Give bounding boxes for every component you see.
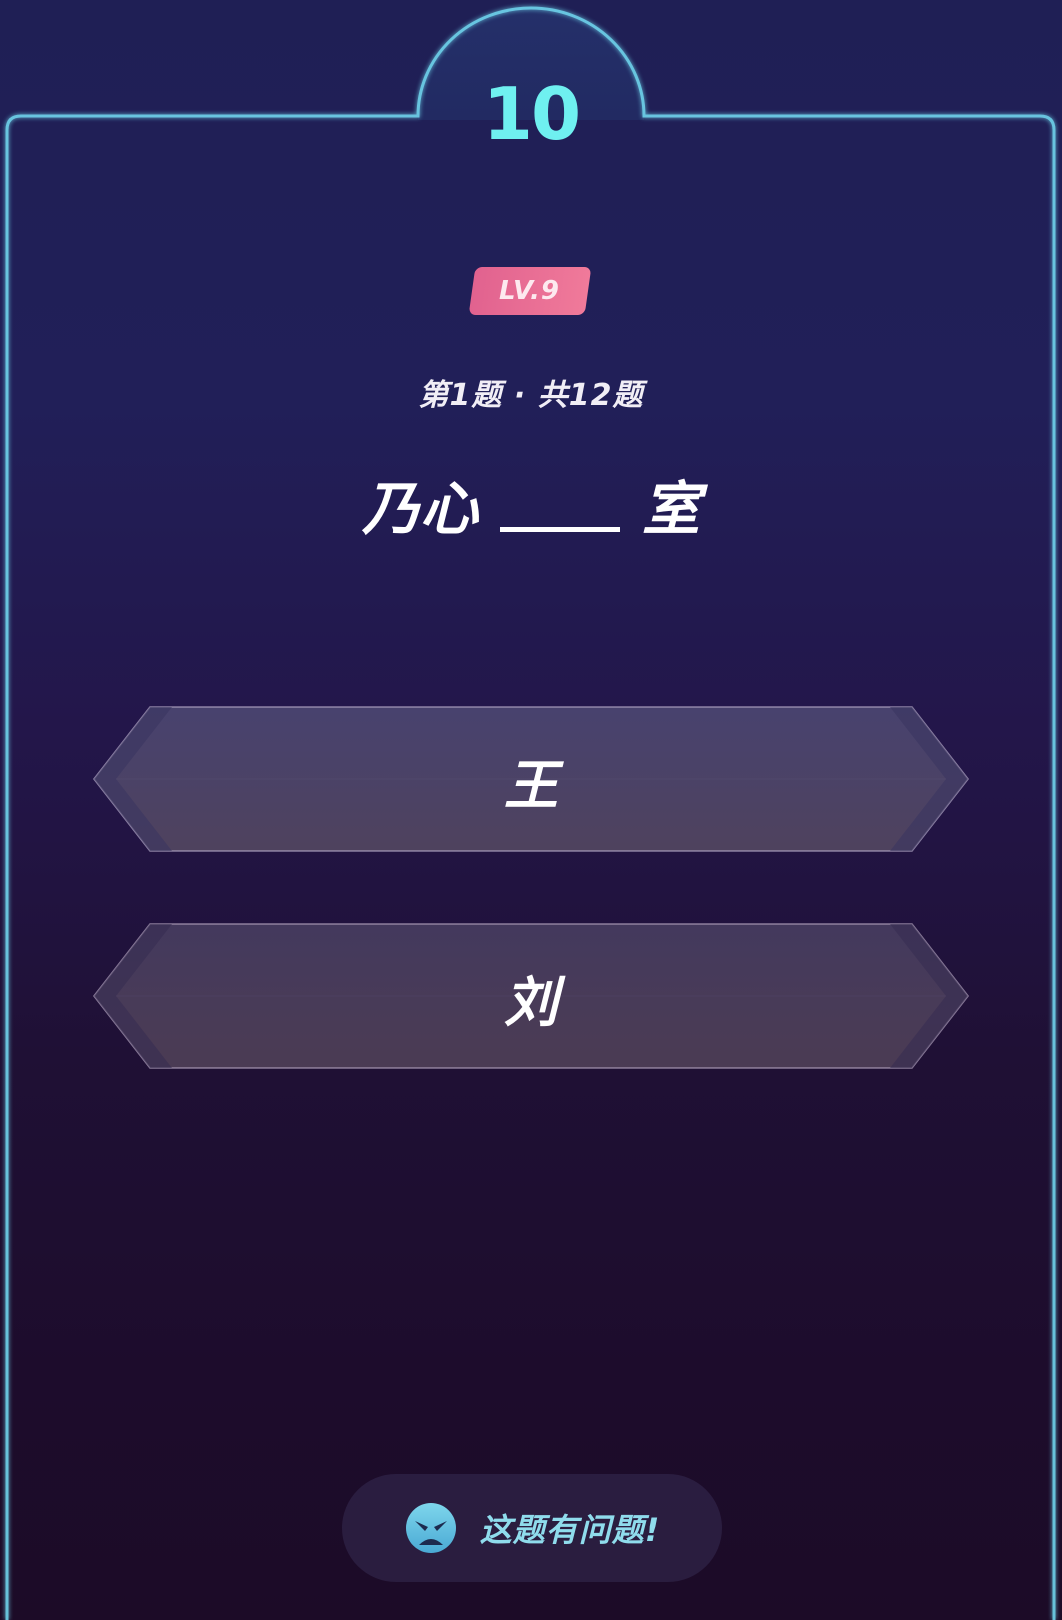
- report-question-button[interactable]: 这题有问题!: [342, 1474, 722, 1582]
- question-blank: [500, 527, 620, 532]
- angry-face-icon: [405, 1503, 456, 1553]
- answer-option-1[interactable]: 王: [92, 705, 970, 855]
- option-label: 王: [504, 753, 558, 817]
- countdown-timer: 10: [482, 72, 581, 156]
- option-label: 刘: [504, 970, 558, 1034]
- level-badge: LV.9: [468, 267, 592, 315]
- question-text: 乃心 室: [0, 480, 1062, 538]
- report-label: 这题有问题!: [479, 1511, 661, 1549]
- question-progress: 第1题 · 共12题: [418, 378, 644, 413]
- quiz-screen: 10 LV.9 第1题 · 共12题 乃心 室 王 刘 这题有问题!: [0, 0, 1062, 1620]
- question-after: 室: [642, 475, 701, 543]
- question-before: 乃心: [361, 475, 478, 543]
- answer-option-2[interactable]: 刘: [92, 922, 970, 1072]
- level-label: LV.9: [499, 276, 561, 306]
